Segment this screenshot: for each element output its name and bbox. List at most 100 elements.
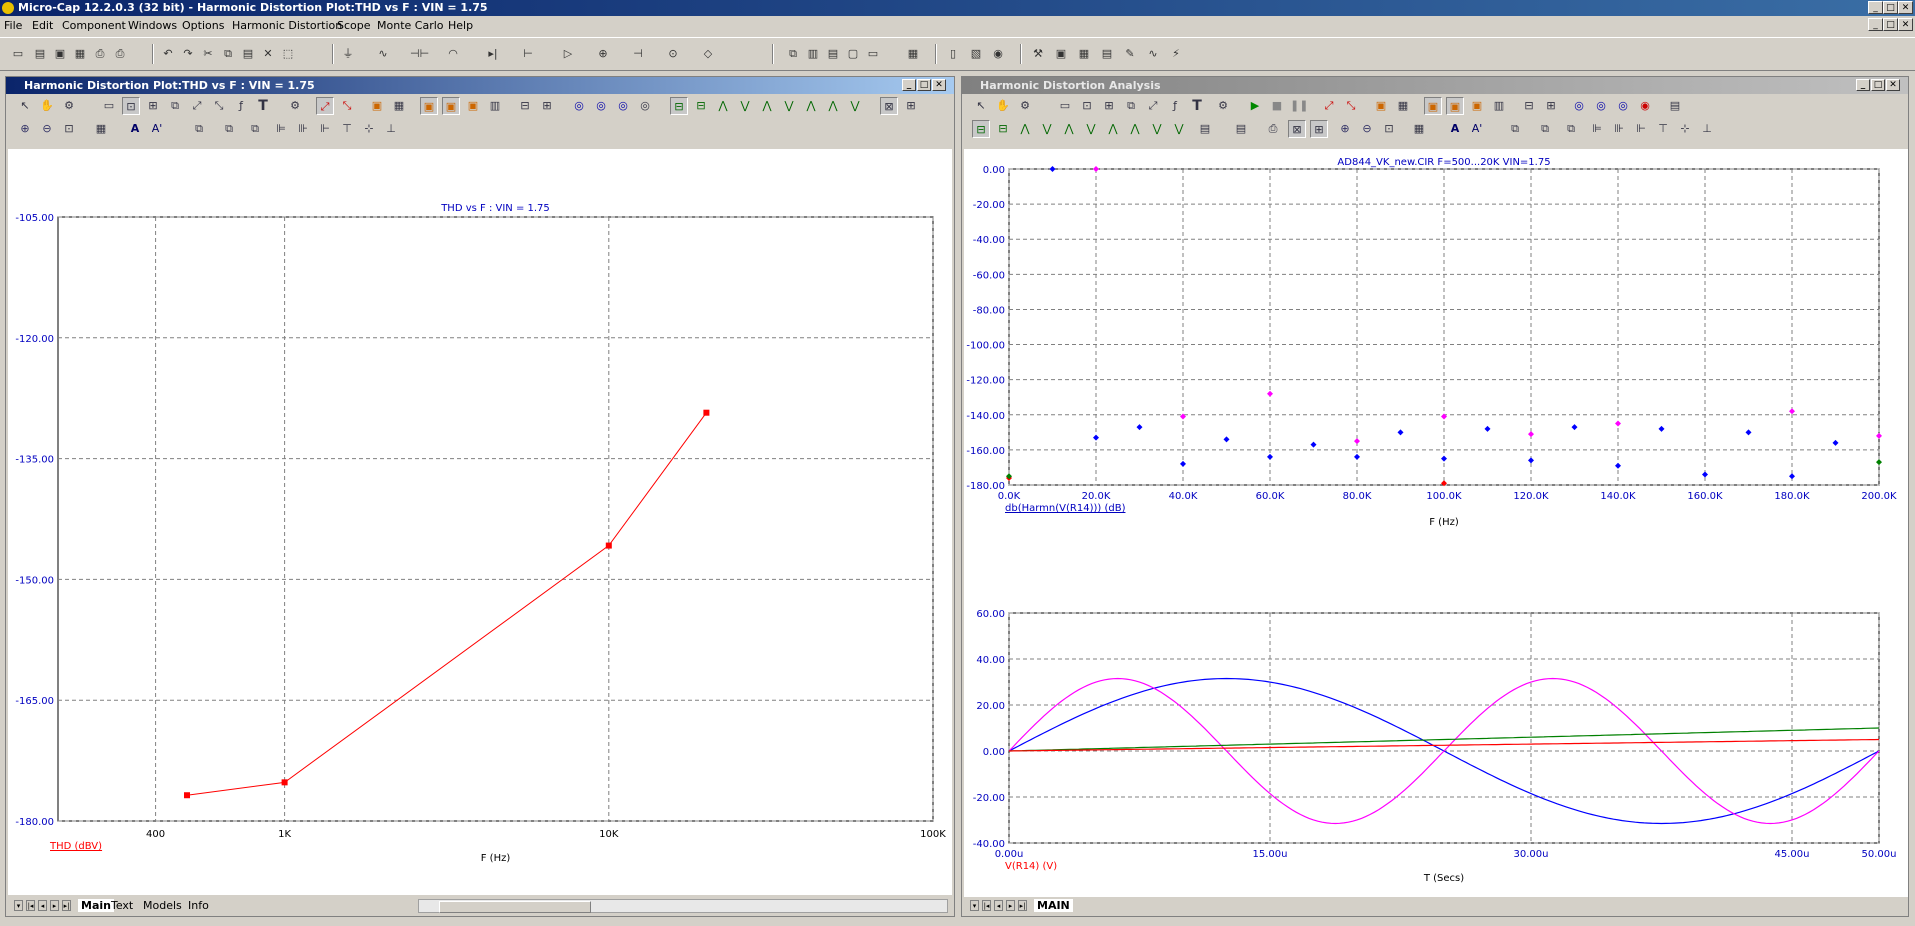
hd-auto-scale-icon[interactable]: ⊞ — [1100, 97, 1118, 115]
hd-grid-icon[interactable]: ▣ — [1372, 97, 1390, 115]
tag-b-icon[interactable]: ⊟ — [692, 97, 710, 115]
inflection-icon[interactable]: ⋁ — [736, 97, 754, 115]
analysis-icon[interactable]: ⚡ — [1168, 46, 1184, 62]
hd-close-button[interactable]: ✕ — [1886, 79, 1900, 91]
hd-grid-select-icon[interactable]: ▦ — [1410, 120, 1428, 138]
hd-last-tab-icon[interactable]: ▸| — [1018, 900, 1027, 911]
tab-main-hd[interactable]: MAIN — [1034, 899, 1073, 912]
hd-zoom-in-icon[interactable]: ⊕ — [1336, 120, 1354, 138]
zoom-region-icon[interactable]: ⧉ — [166, 97, 184, 115]
hd-list-icon[interactable]: ▤ — [1666, 97, 1684, 115]
menu-options[interactable]: Options — [182, 19, 224, 32]
layout-b-icon[interactable]: ▣ — [442, 97, 460, 115]
next-icon[interactable]: ⋁ — [846, 97, 864, 115]
low-icon[interactable]: ◎ — [636, 97, 654, 115]
hd-align-right-icon[interactable]: ⊩ — [1632, 120, 1650, 138]
hd-clip-icon[interactable]: ▤ — [1196, 120, 1214, 138]
tool-a-icon[interactable]: ⚒ — [1030, 46, 1046, 62]
font-size-icon[interactable]: A' — [148, 120, 166, 138]
cut-icon[interactable]: ✂ — [200, 46, 216, 62]
hd-scale-x-icon[interactable]: ⤢ — [1144, 97, 1162, 115]
hd-cursor-a-icon[interactable]: ⤢ — [1320, 97, 1338, 115]
tab-main[interactable]: Main — [78, 899, 114, 912]
hd-zoom-fit-icon[interactable]: ⊡ — [1380, 120, 1398, 138]
tab-info[interactable]: Info — [188, 899, 209, 912]
cascade-icon[interactable]: ⧉ — [785, 46, 801, 62]
save-icon[interactable]: ▣ — [52, 46, 68, 62]
hd-align-center-icon[interactable]: ⊪ — [1610, 120, 1628, 138]
close-button[interactable]: ✕ — [1898, 1, 1913, 14]
hd-high-icon[interactable]: ◎ — [1614, 97, 1632, 115]
hd-tool-dropdown-icon[interactable]: ⚙ — [1016, 97, 1034, 115]
slope-icon[interactable]: ⋀ — [714, 97, 732, 115]
valley-icon[interactable]: ◎ — [592, 97, 610, 115]
hd-next-icon2[interactable]: ▸ — [1006, 900, 1015, 911]
thd-close-button[interactable]: ✕ — [932, 79, 946, 91]
probe-icon[interactable]: ◇ — [700, 46, 716, 62]
hd-ghigh-icon[interactable]: ⋀ — [1060, 120, 1078, 138]
thd-minimize-button[interactable]: _ — [902, 79, 916, 91]
tool-b-icon[interactable]: ▣ — [1053, 46, 1069, 62]
hd-paste-b-icon[interactable]: ⧉ — [1562, 120, 1580, 138]
hd-text-icon[interactable]: T — [1188, 97, 1206, 115]
hd-glow-icon[interactable]: ⋁ — [1082, 120, 1100, 138]
hd-zoom-region-icon[interactable]: ⧉ — [1122, 97, 1140, 115]
stop-icon[interactable]: ■ — [1268, 97, 1286, 115]
hd-scale-icon[interactable]: ⊡ — [1078, 97, 1096, 115]
hd-zoom-out-icon[interactable]: ⊖ — [1358, 120, 1376, 138]
doc-close-button[interactable]: ✕ — [1898, 18, 1913, 31]
hd-layout-b-icon[interactable]: ▣ — [1446, 97, 1464, 115]
peak-icon[interactable]: ◎ — [570, 97, 588, 115]
hd-formula-icon[interactable]: ƒ — [1166, 97, 1184, 115]
print-preview-icon[interactable]: ⎙ — [92, 46, 108, 62]
menu-help[interactable]: Help — [448, 19, 473, 32]
hd-print-icon[interactable]: ⎙ — [1264, 120, 1282, 138]
global-low-icon[interactable]: ⋁ — [780, 97, 798, 115]
hd-first-tab-icon[interactable]: ▾ — [970, 900, 979, 911]
horizontal-scrollbar[interactable] — [418, 899, 948, 913]
tag-a-icon[interactable]: ⊟ — [670, 97, 688, 115]
hd-pan-icon[interactable]: ✋ — [994, 97, 1012, 115]
zoom-out-icon[interactable]: ⊖ — [38, 120, 56, 138]
prev-tab-icon[interactable]: |◂ — [26, 900, 35, 911]
battery-icon[interactable]: ⊣ — [630, 46, 646, 62]
minor-grid-icon[interactable]: ▦ — [390, 97, 408, 115]
pause-icon[interactable]: ❚❚ — [1290, 97, 1308, 115]
tool-d-icon[interactable]: ▤ — [1099, 46, 1115, 62]
hd-fit-icon[interactable]: ⊠ — [1288, 120, 1306, 138]
scale-y-icon[interactable]: ⤡ — [210, 97, 228, 115]
fit-icon[interactable]: ⊠ — [880, 97, 898, 115]
hd-align-left-icon[interactable]: ⊫ — [1588, 120, 1606, 138]
pan-icon[interactable]: ✋ — [38, 97, 56, 115]
scale-x-icon[interactable]: ⤢ — [188, 97, 206, 115]
layout-a-icon[interactable]: ▣ — [420, 97, 438, 115]
menu-edit[interactable]: Edit — [32, 19, 53, 32]
opamp-icon[interactable]: ▷ — [560, 46, 576, 62]
tab-models[interactable]: Models — [143, 899, 182, 912]
hd-tag-a-icon[interactable]: ⊟ — [972, 120, 990, 138]
align-middle-icon[interactable]: ⊹ — [360, 120, 378, 138]
menu-monte-carlo[interactable]: Monte Carlo — [377, 19, 444, 32]
hd-layout-a-icon[interactable]: ▣ — [1424, 97, 1442, 115]
cursor-mode-icon[interactable]: ⤢ — [316, 97, 334, 115]
bottom-icon[interactable]: ⋀ — [824, 97, 842, 115]
zoom-in-icon[interactable]: ⊕ — [16, 120, 34, 138]
hd-font-size-icon[interactable]: A' — [1468, 120, 1486, 138]
scrollbar-thumb[interactable] — [439, 901, 591, 913]
paste-plot-icon[interactable]: ⧉ — [220, 120, 238, 138]
copy-icon[interactable]: ⧉ — [220, 46, 236, 62]
hd-tag-b-icon[interactable]: ⊟ — [994, 120, 1012, 138]
high-icon[interactable]: ◎ — [614, 97, 632, 115]
hd-align-bottom-icon[interactable]: ⊥ — [1698, 120, 1716, 138]
first-tab-icon[interactable]: ▾ — [14, 900, 23, 911]
hd-valley-icon[interactable]: ◎ — [1592, 97, 1610, 115]
split-h-icon[interactable]: ⊟ — [516, 97, 534, 115]
resistor-icon[interactable]: ∿ — [375, 46, 391, 62]
capacitor-icon[interactable]: ⊣⊢ — [410, 46, 429, 62]
doc-minimize-button[interactable]: _ — [1868, 18, 1883, 31]
hd-cursor-b-icon[interactable]: ⤡ — [1342, 97, 1360, 115]
hd-next-icon[interactable]: ⋁ — [1148, 120, 1166, 138]
undo-icon[interactable]: ↶ — [160, 46, 176, 62]
align-bottom-icon[interactable]: ⊥ — [382, 120, 400, 138]
copy-plot-icon[interactable]: ⧉ — [190, 120, 208, 138]
